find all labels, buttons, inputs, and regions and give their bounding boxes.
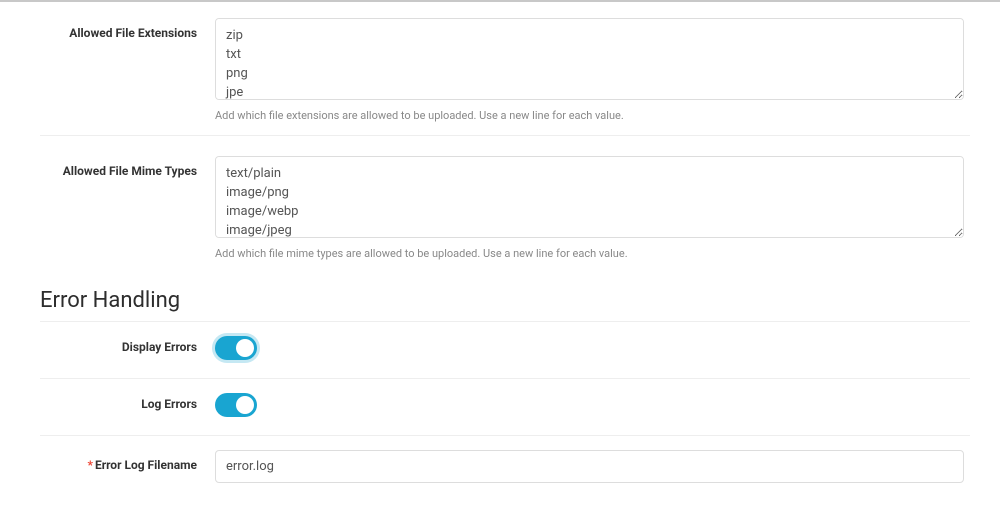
allowed-extensions-textarea[interactable] <box>215 18 964 100</box>
label-error-log-filename: *Error Log Filename <box>40 450 215 472</box>
allowed-mime-textarea[interactable] <box>215 156 964 238</box>
label-allowed-extensions: Allowed File Extensions <box>40 18 215 40</box>
row-allowed-extensions: Allowed File Extensions Add which file e… <box>40 2 970 129</box>
scrollbar-track <box>989 4 999 500</box>
page-scrollbar[interactable] <box>989 4 999 500</box>
help-allowed-mime: Add which file mime types are allowed to… <box>215 246 964 261</box>
log-errors-toggle[interactable] <box>215 393 257 417</box>
help-allowed-extensions: Add which file extensions are allowed to… <box>215 108 964 123</box>
label-display-errors: Display Errors <box>40 336 215 354</box>
form-panel: Allowed File Extensions Add which file e… <box>40 2 970 527</box>
row-allowed-mime: Allowed File Mime Types Add which file m… <box>40 136 970 267</box>
control-allowed-extensions: Add which file extensions are allowed to… <box>215 18 970 123</box>
control-display-errors <box>215 336 970 364</box>
toggle-knob <box>236 339 254 357</box>
label-allowed-mime: Allowed File Mime Types <box>40 156 215 178</box>
control-log-errors <box>215 393 970 421</box>
section-error-handling: Error Handling <box>40 268 970 322</box>
display-errors-toggle[interactable] <box>215 336 257 360</box>
row-display-errors: Display Errors <box>40 322 970 379</box>
label-log-errors: Log Errors <box>40 393 215 411</box>
control-allowed-mime: Add which file mime types are allowed to… <box>215 156 970 261</box>
toggle-knob <box>236 396 254 414</box>
row-error-log-filename: *Error Log Filename <box>40 436 970 497</box>
control-error-log-filename <box>215 450 970 483</box>
settings-panel: Allowed File Extensions Add which file e… <box>0 0 1000 500</box>
required-star-icon: * <box>87 458 92 472</box>
row-log-errors: Log Errors <box>40 379 970 436</box>
label-error-log-filename-text: Error Log Filename <box>95 458 197 472</box>
error-log-filename-input[interactable] <box>215 450 964 483</box>
